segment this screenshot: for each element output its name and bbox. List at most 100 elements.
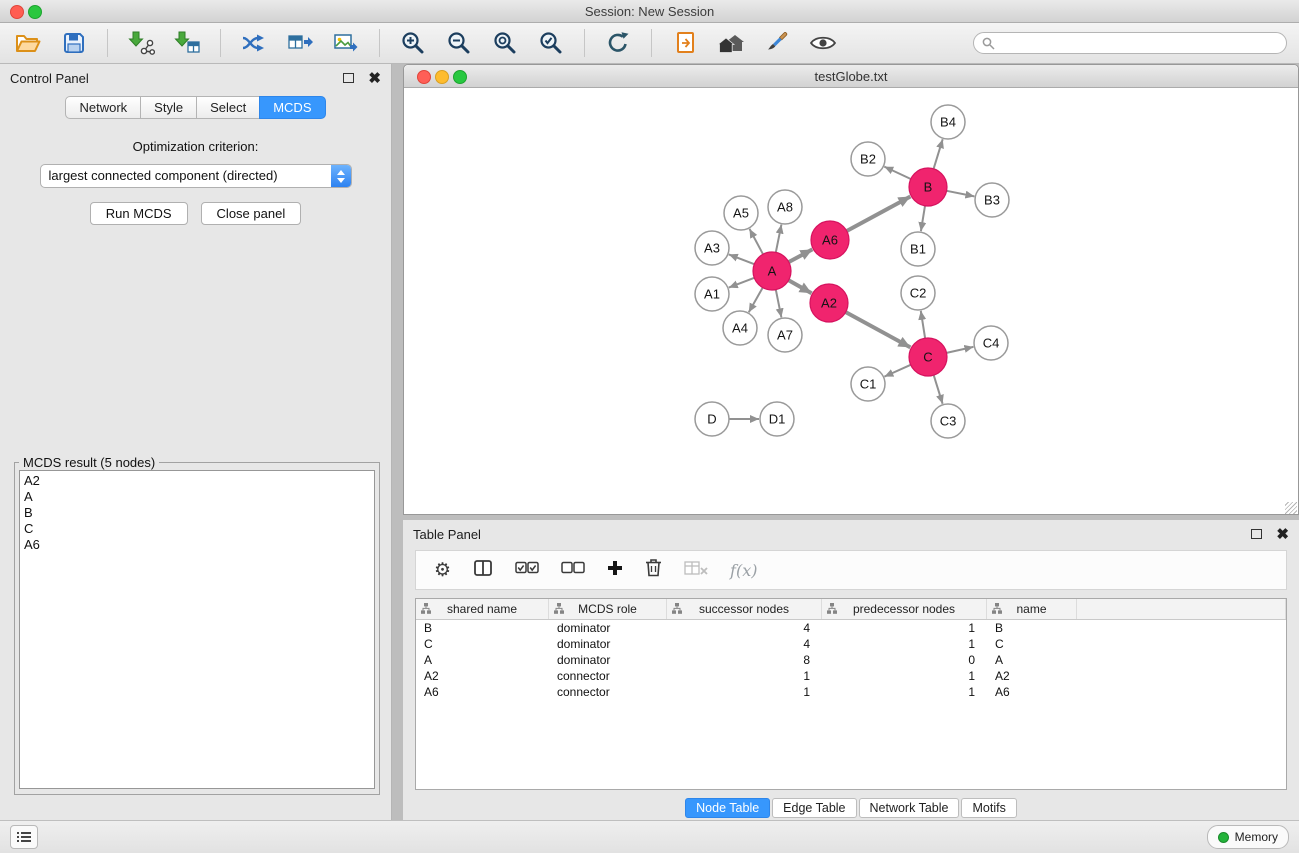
search-input[interactable] bbox=[1000, 35, 1278, 51]
mcds-result-list[interactable]: A2ABCA6 bbox=[19, 470, 375, 789]
float-panel-icon[interactable] bbox=[343, 73, 354, 83]
float-panel-icon[interactable] bbox=[1251, 529, 1262, 539]
table-cell[interactable]: dominator bbox=[549, 620, 667, 636]
search-box[interactable] bbox=[973, 32, 1287, 54]
zoom-selected-button[interactable] bbox=[535, 27, 567, 59]
table-row[interactable]: Cdominator41C bbox=[416, 636, 1286, 652]
import-table-button[interactable] bbox=[171, 27, 203, 59]
column-header-successor-nodes[interactable]: successor nodes bbox=[667, 599, 822, 619]
task-history-button[interactable] bbox=[10, 825, 38, 849]
resize-handle[interactable] bbox=[1285, 502, 1297, 514]
graph-edge-B-B2[interactable] bbox=[884, 167, 911, 179]
table-cell[interactable]: 1 bbox=[822, 668, 987, 684]
network-zoom-button[interactable] bbox=[453, 70, 467, 84]
tab-node-table[interactable]: Node Table bbox=[685, 798, 770, 818]
column-header-shared-name[interactable]: shared name bbox=[416, 599, 549, 619]
tab-edge-table[interactable]: Edge Table bbox=[772, 798, 856, 818]
tab-motifs[interactable]: Motifs bbox=[961, 798, 1016, 818]
table-cell[interactable]: 1 bbox=[822, 684, 987, 700]
table-cell[interactable]: connector bbox=[549, 684, 667, 700]
deselect-all-columns-button[interactable] bbox=[561, 561, 585, 580]
zoom-in-button[interactable] bbox=[397, 27, 429, 59]
graph-edge-A-A4[interactable] bbox=[749, 288, 763, 313]
graph-edge-B-B4[interactable] bbox=[934, 139, 943, 169]
table-cell[interactable]: A2 bbox=[987, 668, 1077, 684]
close-panel-button[interactable]: Close panel bbox=[201, 202, 302, 225]
apply-layout-button[interactable] bbox=[602, 27, 634, 59]
import-network-button[interactable] bbox=[125, 27, 157, 59]
graph-edge-A2-C[interactable] bbox=[846, 312, 911, 347]
table-cell[interactable]: C bbox=[987, 636, 1077, 652]
table-cell[interactable]: A6 bbox=[416, 684, 549, 700]
table-cell[interactable]: 1 bbox=[822, 620, 987, 636]
function-builder-button[interactable]: f(x) bbox=[730, 561, 757, 580]
column-header-MCDS-role[interactable]: MCDS role bbox=[549, 599, 667, 619]
table-cell[interactable]: dominator bbox=[549, 652, 667, 668]
export-image-button[interactable] bbox=[330, 27, 362, 59]
graph-edge-B-B1[interactable] bbox=[921, 206, 925, 231]
table-cell[interactable]: A bbox=[987, 652, 1077, 668]
graph-edge-A-A1[interactable] bbox=[729, 278, 755, 288]
graph-edge-A-A8[interactable] bbox=[776, 225, 782, 253]
table-cell[interactable]: connector bbox=[549, 668, 667, 684]
graph-edge-A-A6[interactable] bbox=[789, 249, 813, 262]
close-window-button[interactable] bbox=[10, 5, 24, 19]
table-cell[interactable]: 4 bbox=[667, 620, 822, 636]
show-hide-button[interactable] bbox=[807, 27, 839, 59]
table-cell[interactable]: 8 bbox=[667, 652, 822, 668]
column-header-name[interactable]: name bbox=[987, 599, 1077, 619]
table-cell[interactable]: 1 bbox=[667, 668, 822, 684]
style-button[interactable] bbox=[761, 27, 793, 59]
network-close-button[interactable] bbox=[417, 70, 431, 84]
tab-select[interactable]: Select bbox=[196, 96, 260, 119]
graph-edge-C-C2[interactable] bbox=[921, 311, 925, 338]
mcds-result-item[interactable]: B bbox=[20, 505, 374, 521]
memory-button[interactable]: Memory bbox=[1207, 825, 1289, 849]
table-row[interactable]: Adominator80A bbox=[416, 652, 1286, 668]
graph-edge-B-B3[interactable] bbox=[947, 191, 975, 197]
graph-edge-A-A5[interactable] bbox=[750, 229, 764, 254]
criterion-dropdown[interactable]: largest connected component (directed) bbox=[40, 164, 352, 188]
mcds-result-item[interactable]: A6 bbox=[20, 537, 374, 553]
close-panel-icon[interactable]: ✖ bbox=[1276, 527, 1289, 542]
tab-style[interactable]: Style bbox=[140, 96, 197, 119]
save-session-button[interactable] bbox=[58, 27, 90, 59]
tab-mcds[interactable]: MCDS bbox=[259, 96, 325, 119]
graph-edge-A-A3[interactable] bbox=[729, 254, 755, 264]
table-cell[interactable]: 1 bbox=[822, 636, 987, 652]
graph-edge-A6-B[interactable] bbox=[847, 197, 911, 232]
table-cell[interactable]: B bbox=[987, 620, 1077, 636]
tab-network-table[interactable]: Network Table bbox=[859, 798, 960, 818]
table-row[interactable]: Bdominator41B bbox=[416, 620, 1286, 636]
column-header-predecessor-nodes[interactable]: predecessor nodes bbox=[822, 599, 987, 619]
network-canvas[interactable]: B4B2BB3A5A8A6A3B1AC2A1A2A4A7C4CC1DD1C3 bbox=[404, 88, 1298, 515]
graph-edge-C-C4[interactable] bbox=[947, 347, 974, 353]
table-settings-button[interactable]: ⚙ bbox=[434, 561, 451, 580]
home-button[interactable] bbox=[715, 27, 747, 59]
run-mcds-button[interactable]: Run MCDS bbox=[90, 202, 188, 225]
table-cell[interactable]: 0 bbox=[822, 652, 987, 668]
table-cell[interactable]: B bbox=[416, 620, 549, 636]
table-cell[interactable]: C bbox=[416, 636, 549, 652]
create-column-button[interactable] bbox=[607, 560, 623, 581]
show-columns-button[interactable] bbox=[473, 558, 493, 583]
table-cell[interactable]: 4 bbox=[667, 636, 822, 652]
delete-table-button[interactable] bbox=[684, 560, 708, 581]
graph-edge-A-A7[interactable] bbox=[776, 290, 782, 318]
mcds-result-item[interactable]: A2 bbox=[20, 473, 374, 489]
table-cell[interactable]: A2 bbox=[416, 668, 549, 684]
tab-network[interactable]: Network bbox=[65, 96, 141, 119]
graph-edge-C-C1[interactable] bbox=[884, 365, 910, 377]
zoom-window-button[interactable] bbox=[28, 5, 42, 19]
table-cell[interactable]: A bbox=[416, 652, 549, 668]
select-all-columns-button[interactable] bbox=[515, 561, 539, 580]
mcds-result-item[interactable]: C bbox=[20, 521, 374, 537]
graph-edge-C-C3[interactable] bbox=[934, 375, 943, 404]
new-network-from-table-button[interactable] bbox=[284, 27, 316, 59]
close-panel-icon[interactable]: ✖ bbox=[368, 71, 381, 86]
table-row[interactable]: A2connector11A2 bbox=[416, 668, 1286, 684]
zoom-fit-button[interactable] bbox=[489, 27, 521, 59]
table-cell[interactable]: 1 bbox=[667, 684, 822, 700]
delete-column-button[interactable] bbox=[645, 558, 662, 582]
new-network-button[interactable] bbox=[238, 27, 270, 59]
